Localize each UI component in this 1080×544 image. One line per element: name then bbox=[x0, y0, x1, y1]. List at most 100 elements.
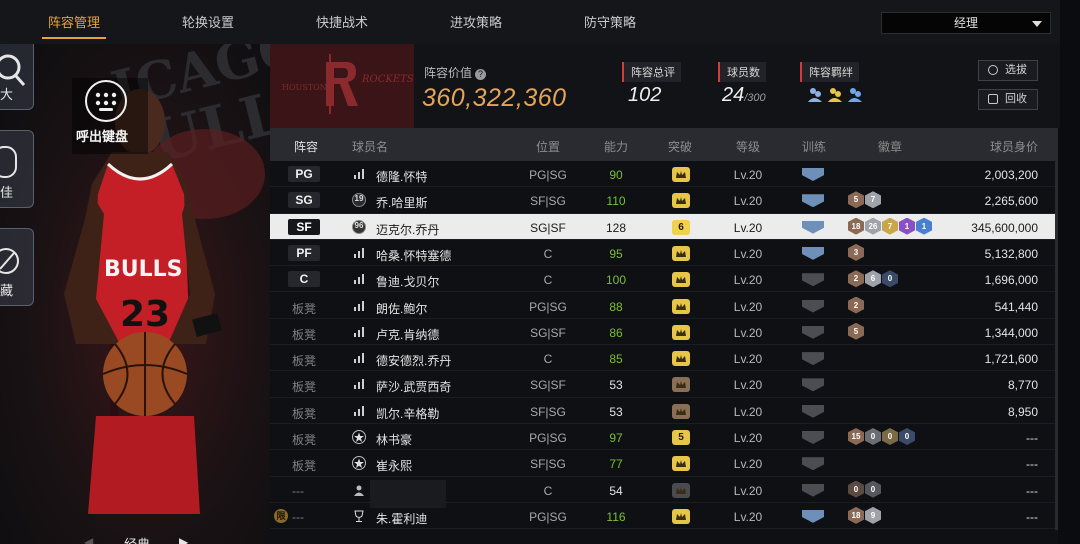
player-name: 朗佐.鲍尔 bbox=[376, 301, 428, 316]
side-button-2[interactable]: 佳 bbox=[0, 130, 34, 208]
table-row[interactable]: 板凳 林书豪 PG|SG 97 5 Lv.20 15 0 0 0 --- bbox=[270, 424, 1058, 451]
side-button-3-label: 藏 bbox=[0, 283, 14, 298]
table-row[interactable]: SG 19 乔.哈里斯 SF|SG 110 Lv.20 5 7 2,265,600 bbox=[270, 187, 1058, 214]
player-level: Lv.20 bbox=[733, 509, 763, 524]
help-icon[interactable]: ? bbox=[475, 69, 487, 80]
table-row[interactable]: SF 96 迈克尔.乔丹 SG|SF 128 6 Lv.20 18 26 7 1 1 345,600,0… bbox=[270, 213, 1058, 240]
training-icon[interactable] bbox=[802, 299, 824, 313]
player-name: 德隆.怀特 bbox=[376, 170, 428, 184]
training-icon[interactable] bbox=[802, 483, 824, 497]
player-value: 2,003,200 bbox=[984, 168, 1038, 182]
table-row[interactable]: 板凳 朗佐.鲍尔 PG|SG 88 Lv.20 2 541,440 bbox=[270, 293, 1058, 319]
tab-quick-tactics[interactable]: 快捷战术 bbox=[316, 0, 368, 44]
player-level: Lv.20 bbox=[733, 246, 763, 261]
lineup-slot: 板凳 bbox=[292, 406, 317, 421]
recycle-button[interactable]: 回收 bbox=[978, 89, 1038, 110]
training-icon[interactable] bbox=[802, 194, 824, 208]
lineup-slot: --- bbox=[292, 509, 304, 524]
player-name: 凯尔.辛格勒 bbox=[376, 406, 440, 421]
lineup-slot: --- bbox=[292, 483, 304, 498]
stats-bars-icon bbox=[352, 299, 366, 313]
badges: 57 bbox=[848, 191, 882, 209]
col-training[interactable]: 训练 bbox=[802, 138, 826, 155]
player-position: SF|SG bbox=[530, 194, 566, 209]
table-row[interactable]: 板凳 崔永熙 SF|SG 77 Lv.20 --- bbox=[270, 450, 1058, 477]
col-rating[interactable]: 能力 bbox=[604, 138, 628, 155]
tab-lineup[interactable]: 阵容管理 bbox=[41, 0, 107, 44]
table-row[interactable]: 板凳 卢克.肯纳德 SG|SF 86 Lv.20 5 1,344,000 bbox=[270, 319, 1058, 346]
col-player-name[interactable]: 球员名 bbox=[352, 138, 388, 155]
training-icon[interactable] bbox=[802, 168, 824, 181]
training-icon[interactable] bbox=[802, 220, 824, 234]
side-button-1[interactable]: 大 bbox=[0, 44, 34, 110]
recycle-button-label: 回收 bbox=[1005, 93, 1027, 105]
col-player-value[interactable]: 球员身价 bbox=[990, 138, 1038, 155]
player-number: 96 bbox=[354, 220, 364, 230]
lineup-slot: 板凳 bbox=[292, 433, 317, 447]
tab-defense-strategy[interactable]: 防守策略 bbox=[584, 0, 636, 44]
badge-icon: 1 bbox=[916, 217, 932, 235]
table-row[interactable]: PF 哈桑.怀特塞德 C 95 Lv.20 3 5,132,800 bbox=[270, 240, 1058, 267]
select-button[interactable]: 选拔 bbox=[978, 60, 1038, 81]
player-rating: 77 bbox=[609, 457, 623, 472]
tab-offense-strategy[interactable]: 进攻策略 bbox=[450, 0, 502, 44]
lineup-slot: 板凳 bbox=[292, 327, 317, 342]
table-row[interactable]: 板凳 德安德烈.乔丹 C 85 Lv.20 1,721,600 bbox=[270, 345, 1058, 372]
jersey-number: 23 bbox=[120, 294, 170, 335]
trophy-icon bbox=[352, 509, 366, 523]
col-breakthrough[interactable]: 突破 bbox=[668, 138, 692, 155]
manager-select[interactable]: 经理 bbox=[881, 12, 1051, 34]
player-level: Lv.20 bbox=[733, 457, 763, 472]
col-badges[interactable]: 徽章 bbox=[878, 138, 902, 155]
stats-bars-icon bbox=[352, 167, 366, 181]
next-arrow-icon[interactable]: ▶ bbox=[179, 535, 188, 544]
style-switcher: ◀ 经典 ▶ bbox=[84, 534, 194, 544]
training-icon[interactable] bbox=[802, 509, 824, 523]
badge-icon: 0 bbox=[882, 428, 898, 445]
refresh-icon bbox=[988, 65, 998, 75]
badge-icon: 9 bbox=[865, 506, 881, 524]
breakthrough-icon bbox=[672, 456, 690, 472]
table-row[interactable]: C 鲁迪.戈贝尔 C 100 Lv.20 2 6 0 1,696,000 bbox=[270, 266, 1058, 293]
player-rating: 53 bbox=[609, 378, 623, 393]
badges: 260 bbox=[848, 270, 899, 288]
lineup-slot: C bbox=[288, 271, 320, 288]
keyboard-icon bbox=[85, 80, 127, 122]
badge-icon: 2 bbox=[848, 270, 864, 288]
player-value: 1,344,000 bbox=[984, 325, 1038, 340]
lineup-slot: SG bbox=[288, 192, 320, 209]
col-lineup[interactable]: 阵容 bbox=[294, 138, 318, 155]
prev-arrow-icon[interactable]: ◀ bbox=[84, 535, 93, 544]
call-keyboard-button[interactable]: 呼出键盘 bbox=[72, 78, 148, 154]
breakthrough-icon bbox=[672, 324, 690, 340]
lineup-slot: 板凳 bbox=[292, 459, 317, 474]
stats-bars-icon bbox=[352, 404, 366, 418]
training-icon[interactable] bbox=[802, 457, 824, 471]
table-row[interactable]: --- 限 朱.霍利迪 PG|SG 116 Lv.20 18 9 --- bbox=[270, 503, 1058, 530]
col-level[interactable]: 等级 bbox=[736, 138, 760, 155]
training-icon[interactable] bbox=[802, 378, 824, 392]
side-button-3[interactable]: 藏 bbox=[0, 228, 34, 306]
player-name: 林书豪 bbox=[376, 433, 413, 447]
badge-icon: 3 bbox=[848, 243, 864, 261]
training-icon[interactable] bbox=[802, 273, 824, 287]
table-row[interactable]: --- C 54 Lv.20 0 0 --- bbox=[270, 477, 1058, 508]
table-row[interactable]: PG 德隆.怀特 PG|SG 90 Lv.20 2,003,200 bbox=[270, 161, 1058, 188]
table-row[interactable]: 板凳 萨沙.武贾西奇 SG|SF 53 Lv.20 8,770 bbox=[270, 371, 1058, 398]
player-name: 朱.霍利迪 bbox=[376, 511, 428, 526]
table-row[interactable]: 板凳 凯尔.辛格勒 SF|SG 53 Lv.20 8,950 bbox=[270, 398, 1058, 424]
player-level: Lv.20 bbox=[733, 404, 763, 419]
recycle-icon bbox=[988, 94, 998, 104]
training-icon[interactable] bbox=[802, 352, 824, 366]
player-rating: 88 bbox=[609, 299, 623, 314]
player-rating: 97 bbox=[609, 431, 623, 445]
table-scrollbar[interactable] bbox=[1055, 160, 1058, 530]
training-icon[interactable] bbox=[802, 404, 824, 418]
training-icon[interactable] bbox=[802, 246, 824, 260]
tab-rotation[interactable]: 轮换设置 bbox=[182, 0, 234, 44]
stats-bars-icon bbox=[352, 325, 366, 339]
training-icon[interactable] bbox=[802, 325, 824, 339]
player-level: Lv.20 bbox=[733, 299, 763, 314]
training-icon[interactable] bbox=[802, 431, 824, 444]
col-position[interactable]: 位置 bbox=[536, 138, 560, 155]
